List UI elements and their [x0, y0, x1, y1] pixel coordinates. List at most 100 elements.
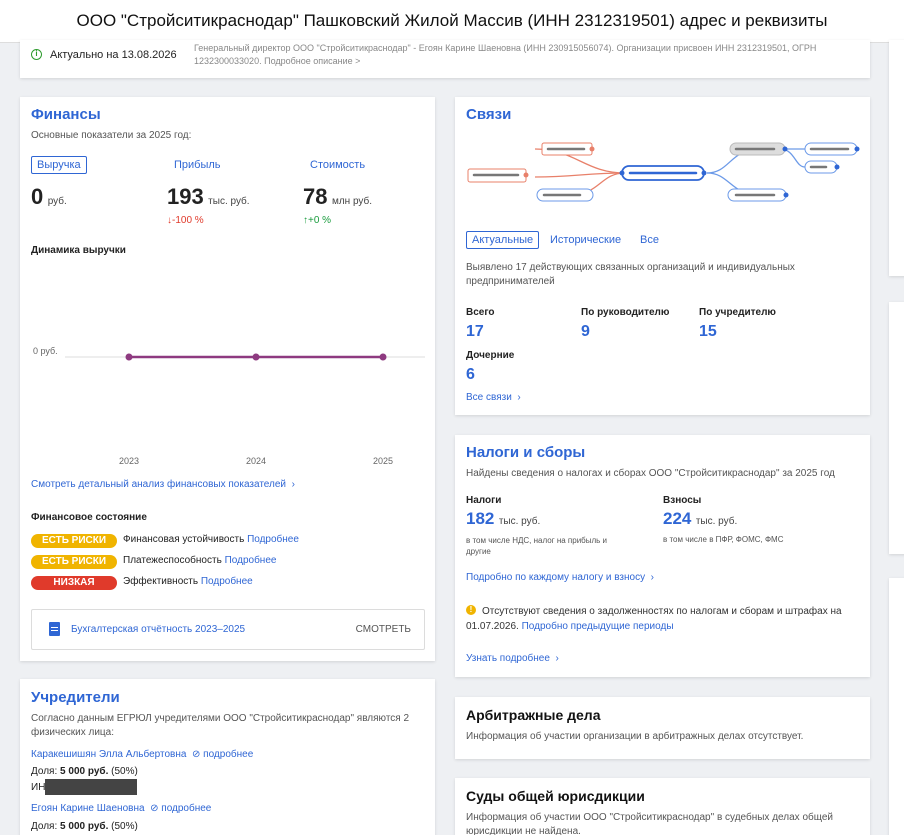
status-badge: НИЗКАЯ [31, 576, 117, 590]
stat-founder-value[interactable]: 15 [699, 323, 717, 341]
analysis-link[interactable]: Смотреть детальный анализ финансовых пок… [31, 479, 295, 490]
stat-subsidiary-label: Дочерние [466, 350, 515, 361]
page-title-bar: ООО "Стройситикраснодар" Пашковский Жило… [0, 0, 904, 43]
profit-unit: тыс. руб. [208, 196, 250, 207]
cost-unit: млн руб. [331, 196, 373, 207]
report-box[interactable]: Бухгалтерская отчётность 2023–2025 СМОТР… [31, 609, 425, 650]
tab-all[interactable]: Все [640, 234, 659, 246]
share-label: Доля: [31, 766, 58, 777]
stat-director-value[interactable]: 9 [581, 323, 590, 341]
founders-text: Согласно данным ЕГРЮЛ учредителями ООО "… [31, 713, 410, 738]
share-value: 5 000 руб. [60, 821, 109, 832]
actual-date: Актуально на 13.08.2026 [50, 49, 177, 61]
stat-total-value[interactable]: 17 [466, 323, 484, 341]
report-view-button[interactable]: СМОТРЕТЬ [356, 624, 411, 635]
profit-value: 193 [167, 184, 204, 209]
finance-card: Финансы Основные показатели за 2025 год:… [20, 97, 435, 661]
share-label: Доля: [31, 821, 58, 832]
taxes-more-link[interactable]: Узнать подробнее › [466, 653, 559, 664]
x-tick-label: 2023 [119, 456, 139, 466]
founder-name-link[interactable]: Каракешишян Элла Альбертовна [31, 749, 186, 760]
state-title: Финансовое состояние [31, 512, 147, 523]
x-tick-label: 2025 [373, 456, 393, 466]
y-tick-label: 0 руб. [33, 346, 58, 356]
state-more-link[interactable]: Подробнее [201, 576, 253, 587]
link-icon: ⊘ [189, 749, 201, 760]
chevron-right-icon: › [288, 479, 295, 490]
page-title: ООО "Стройситикраснодар" Пашковский Жило… [76, 11, 828, 30]
stat-total-label: Всего [466, 307, 495, 318]
arbitration-title: Арбитражные дела [466, 707, 601, 723]
founder-more-link[interactable]: подробнее [161, 803, 211, 814]
tax-value: 182 [466, 509, 495, 528]
stat-director-label: По руководителю [581, 307, 670, 318]
links-text: Выявлено 17 действующих связанных органи… [466, 262, 795, 287]
links-graph [467, 142, 860, 202]
revenue-value: 0 [31, 184, 44, 209]
taxes-title: Налоги и сборы [466, 444, 586, 461]
tax-detail-text: Подробно по каждому налогу и взносу [466, 572, 646, 583]
stat-subsidiary-value[interactable]: 6 [466, 366, 475, 384]
fees-note: в том числе в ПФР, ФОМС, ФМС [663, 535, 784, 544]
links-title: Связи [466, 106, 512, 123]
right-column-card [889, 578, 904, 835]
chevron-right-icon: › [514, 392, 521, 403]
founders-card: Учредители Согласно данным ЕГРЮЛ учредит… [20, 679, 435, 835]
founder-more-link[interactable]: подробнее [203, 749, 253, 760]
analysis-link-text: Смотреть детальный анализ финансовых пок… [31, 479, 287, 490]
cost-metric: 78 млн руб. [303, 184, 372, 210]
right-column-card [889, 302, 904, 554]
fees-metric: 224 тыс. руб. [663, 509, 737, 529]
tax-metric: 182 тыс. руб. [466, 509, 540, 529]
tab-revenue[interactable]: Выручка [31, 156, 87, 174]
founders-title: Учредители [31, 689, 120, 706]
tax-detail-link[interactable]: Подробно по каждому налогу и взносу › [466, 572, 654, 583]
profit-delta: ↓-100 % [167, 215, 204, 226]
inn-redacted [45, 779, 138, 795]
founder-name-link[interactable]: Егоян Карине Шаеновна [31, 803, 145, 814]
founder-row: Каракешишян Элла Альбертовна ⊘ подробнее [31, 749, 253, 760]
tab-cost[interactable]: Стоимость [310, 159, 365, 171]
inn-label: ИН [31, 781, 46, 793]
tab-profit[interactable]: Прибыль [174, 159, 221, 171]
link-icon: ⊘ [147, 803, 159, 814]
finance-subtitle: Основные показатели за 2025 год: [31, 130, 192, 141]
state-label: Эффективность [123, 576, 199, 587]
cost-delta: ↑+0 % [303, 215, 332, 226]
tab-historical[interactable]: Исторические [550, 234, 621, 246]
founder-share: Доля: 5 000 руб. (50%) [31, 766, 138, 777]
state-row-label: Эффективность Подробнее [123, 576, 253, 587]
finance-title: Финансы [31, 106, 101, 123]
tax-warning: Отсутствуют сведения о задолженностях по… [466, 604, 861, 634]
revenue-metric: 0 руб. [31, 184, 67, 210]
all-links-link[interactable]: Все связи › [466, 392, 521, 403]
tax-note: в том числе НДС, налог на прибыль и друг… [466, 536, 608, 556]
right-column-card [889, 40, 904, 276]
links-card: Связи Актуальные Исторические Все Выявле… [455, 97, 870, 415]
previous-periods-link[interactable]: Подробно предыдущие периоды [522, 621, 674, 632]
founder-inn: ИН [31, 779, 138, 795]
fees-label: Взносы [663, 495, 702, 506]
founder-share: Доля: 5 000 руб. (50%) [31, 821, 138, 832]
state-row-label: Платежеспособность Подробнее [123, 555, 276, 566]
revenue-point [125, 353, 133, 361]
all-links-text: Все связи [466, 392, 512, 403]
revenue-point [379, 353, 387, 361]
arbitration-card: Арбитражные дела Информация об участии о… [455, 697, 870, 759]
report-label: Бухгалтерская отчётность 2023–2025 [71, 624, 246, 635]
status-badge: ЕСТЬ РИСКИ [31, 555, 117, 569]
stat-founder-label: По учредителю [699, 307, 776, 318]
state-label: Платежеспособность [123, 555, 222, 566]
revenue-point [252, 353, 260, 361]
taxes-subtitle: Найдены сведения о налогах и сборах ООО … [466, 468, 835, 479]
state-row-label: Финансовая устойчивость Подробнее [123, 534, 299, 545]
courts-title: Суды общей юрисдикции [466, 788, 645, 804]
company-description: Генеральный директор ООО "Стройситикрасн… [194, 42, 860, 68]
taxes-more-text: Узнать подробнее [466, 653, 550, 664]
status-badge: ЕСТЬ РИСКИ [31, 534, 117, 548]
share-value: 5 000 руб. [60, 766, 109, 777]
state-more-link[interactable]: Подробнее [225, 555, 277, 566]
more-description-link[interactable]: Подробное описание > [264, 56, 360, 66]
tab-actual[interactable]: Актуальные [466, 231, 540, 249]
state-more-link[interactable]: Подробнее [247, 534, 299, 545]
